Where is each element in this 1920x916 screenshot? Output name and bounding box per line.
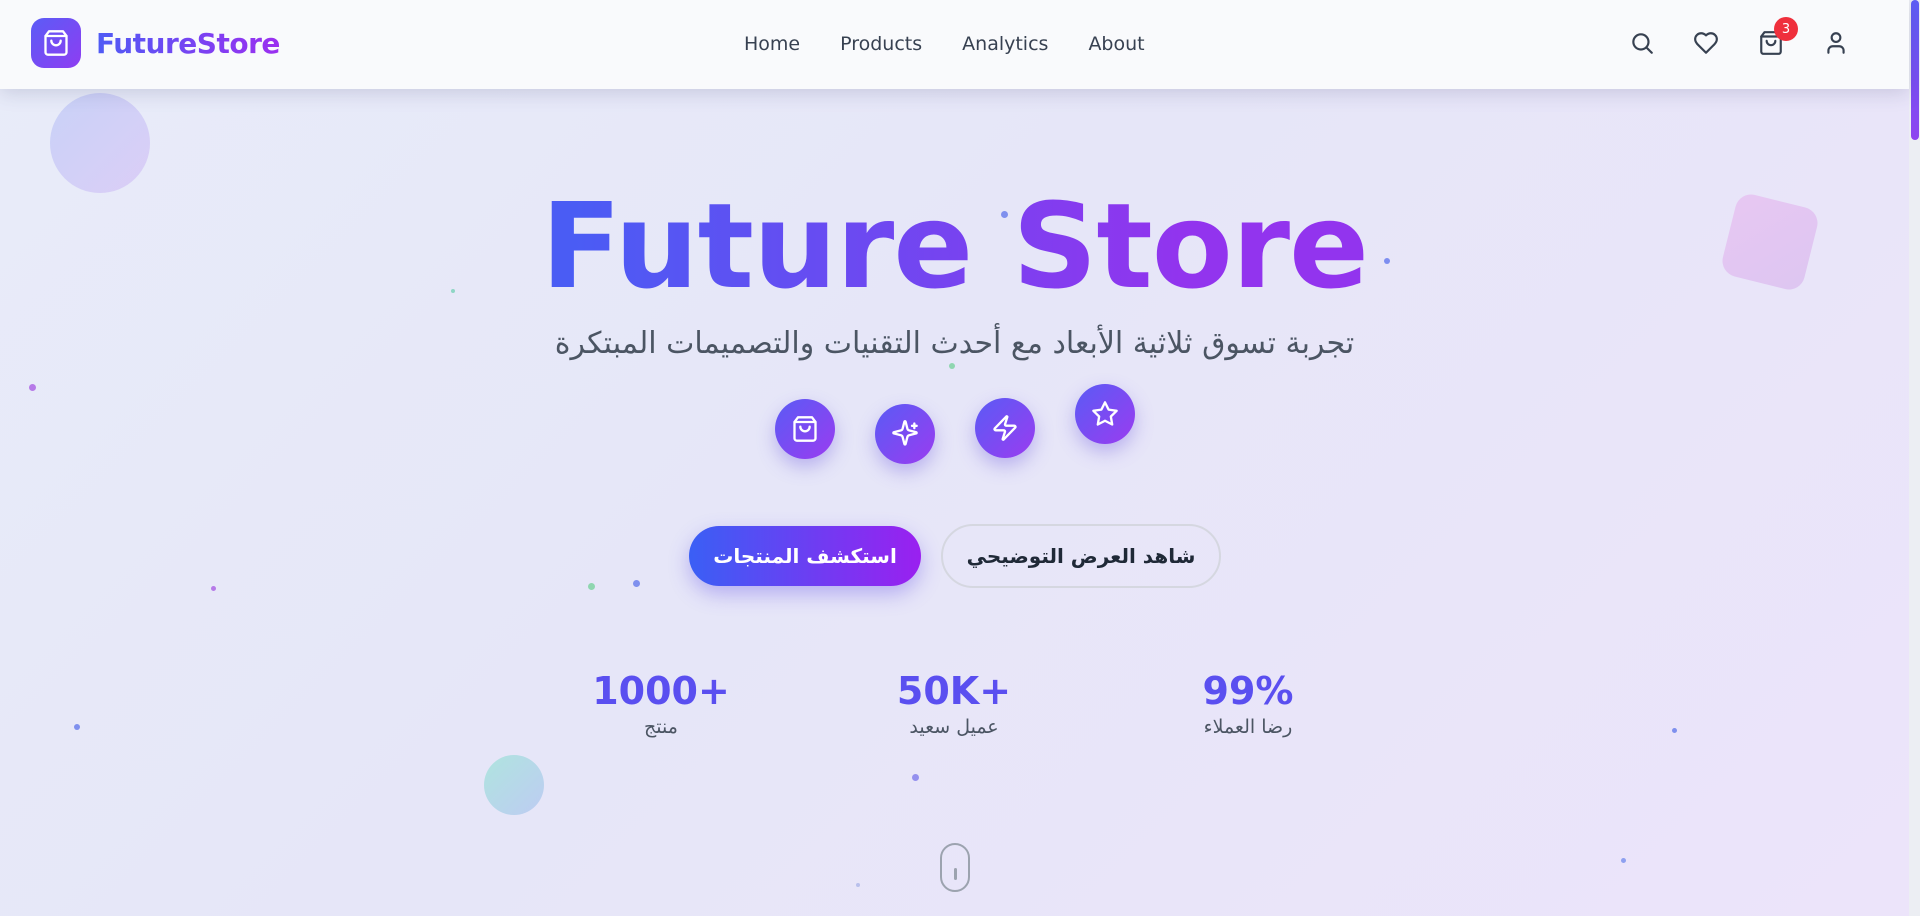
watch-demo-button[interactable]: شاهد العرض التوضيحي (941, 524, 1221, 588)
page-scrollbar[interactable] (1909, 0, 1920, 916)
star-icon (1091, 400, 1119, 428)
feature-star-button[interactable] (1075, 384, 1135, 444)
particle-dot (211, 586, 216, 591)
stat-label: رضا العملاء (1203, 716, 1293, 738)
main-nav: Home Products Analytics About (744, 33, 1145, 55)
particle-dot (1621, 858, 1626, 863)
stat-satisfaction: 99% رضا العملاء (1128, 668, 1368, 738)
stat-label: عميل سعيد (909, 716, 999, 738)
search-icon[interactable] (1628, 29, 1656, 57)
brand-logo[interactable] (31, 18, 81, 68)
scrollbar-thumb[interactable] (1911, 0, 1919, 140)
shopping-bag-icon (791, 415, 819, 443)
particle-dot (912, 774, 919, 781)
brand-name[interactable]: FutureStore (96, 27, 280, 60)
stat-value: 1000+ (592, 669, 730, 713)
nav-products[interactable]: Products (840, 33, 922, 55)
nav-home[interactable]: Home (744, 33, 800, 55)
feature-shopping-bag-button[interactable] (775, 399, 835, 459)
scroll-down-indicator[interactable] (940, 843, 970, 892)
sparkles-icon (891, 420, 919, 448)
particle-dot (74, 724, 80, 730)
zap-icon (991, 414, 1019, 442)
particle-dot (1672, 728, 1677, 733)
hero-subtitle: تجربة تسوق ثلاثية الأبعاد مع أحدث التقني… (554, 326, 1355, 361)
hero-title: Future Store (0, 176, 1909, 316)
particle-dot (588, 583, 595, 590)
nav-analytics[interactable]: Analytics (962, 33, 1048, 55)
particle-dot (29, 384, 36, 391)
particle-dot (856, 883, 860, 887)
top-navbar: FutureStore Home Products Analytics Abou… (0, 0, 1909, 89)
user-icon[interactable] (1822, 29, 1850, 57)
stat-label: منتج (644, 716, 678, 738)
feature-sparkles-button[interactable] (875, 404, 935, 464)
shopping-bag-icon (42, 29, 70, 57)
cart-count-badge: 3 (1774, 17, 1798, 41)
decorative-circle-bottom (484, 755, 544, 815)
stat-value: 50K+ (896, 669, 1012, 713)
particle-dot (949, 363, 955, 369)
explore-products-button[interactable]: استكشف المنتجات (689, 526, 921, 586)
heart-icon[interactable] (1692, 29, 1720, 57)
feature-zap-button[interactable] (975, 398, 1035, 458)
stat-customers: 50K+ عميل سعيد (834, 668, 1074, 738)
stat-products: 1000+ منتج (541, 668, 781, 738)
particle-dot (633, 580, 640, 587)
stat-value: 99% (1202, 669, 1294, 713)
nav-about[interactable]: About (1088, 33, 1144, 55)
